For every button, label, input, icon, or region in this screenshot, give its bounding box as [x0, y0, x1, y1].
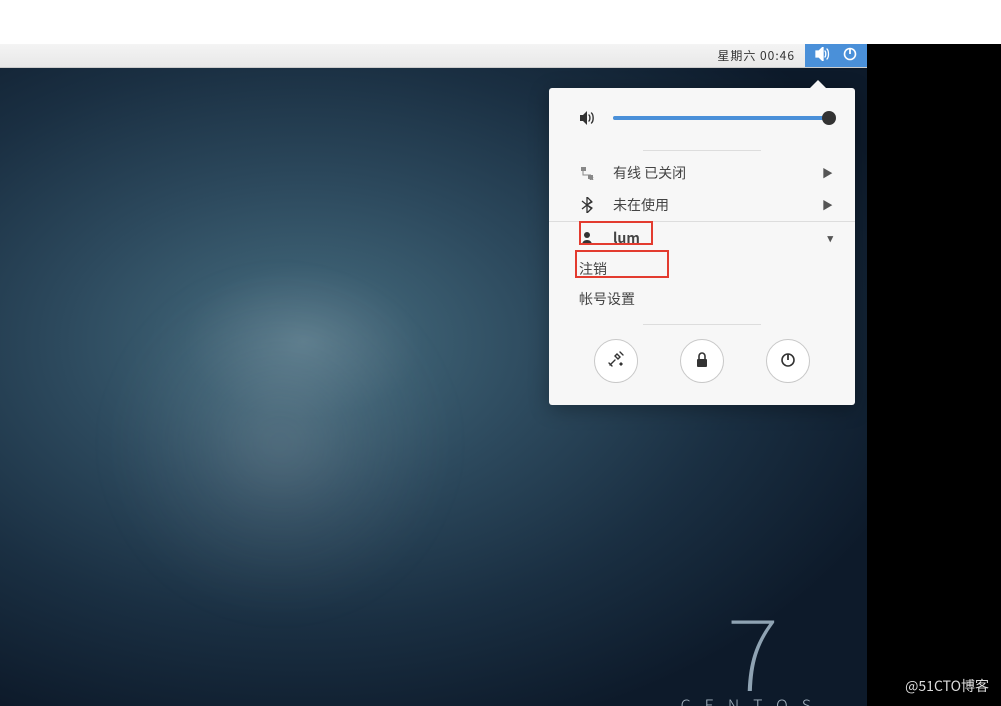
settings-button[interactable] — [594, 339, 638, 383]
watermark-text: @51CTO博客 — [905, 676, 989, 696]
bluetooth-label: 未在使用 — [613, 195, 804, 215]
lock-button[interactable] — [680, 339, 724, 383]
logout-label: 注销 — [579, 259, 607, 279]
desktop-wallpaper: 星期六 00:46 有线 已关闭 ▶ — [0, 44, 867, 706]
volume-slider[interactable] — [613, 116, 831, 120]
logout-menu-item[interactable]: 注销 — [549, 254, 855, 284]
bluetooth-menu-item[interactable]: 未在使用 ▶ — [549, 189, 855, 221]
user-icon — [579, 231, 595, 245]
centos-name: CENTOS — [681, 692, 825, 706]
volume-icon — [815, 46, 831, 65]
volume-slider-fill — [613, 116, 824, 120]
user-menu-item[interactable]: lum ▾ — [549, 222, 855, 254]
chevron-down-icon: ▾ — [827, 230, 833, 246]
volume-row — [549, 106, 855, 144]
clock-datetime[interactable]: 星期六 00:46 — [707, 47, 805, 64]
centos-version: 7 — [681, 598, 825, 698]
system-tray-active[interactable] — [805, 44, 867, 67]
chevron-right-icon: ▶ — [822, 165, 833, 181]
popover-arrow — [809, 80, 827, 89]
page-white-margin — [0, 0, 1001, 44]
volume-slider-thumb[interactable] — [822, 111, 836, 125]
network-wired-icon — [579, 166, 595, 180]
account-settings-menu-item[interactable]: 帐号设置 — [549, 284, 855, 314]
power-icon — [843, 46, 857, 65]
network-menu-item[interactable]: 有线 已关闭 ▶ — [549, 157, 855, 189]
top-panel: 星期六 00:46 — [0, 44, 867, 68]
power-off-icon — [780, 349, 796, 373]
tools-icon — [607, 349, 625, 373]
user-name: lum — [613, 228, 809, 248]
power-button[interactable] — [766, 339, 810, 383]
account-settings-label: 帐号设置 — [579, 289, 635, 309]
network-label: 有线 已关闭 — [613, 163, 804, 183]
centos-logo: 7 CENTOS — [681, 598, 825, 706]
volume-speaker-icon — [579, 106, 595, 130]
menu-divider — [643, 324, 761, 325]
system-menu-popover: 有线 已关闭 ▶ 未在使用 ▶ lum ▾ 注销 帐号设置 — [549, 88, 855, 405]
menu-divider — [643, 150, 761, 151]
bluetooth-icon — [579, 197, 595, 213]
action-buttons-row — [549, 331, 855, 383]
chevron-right-icon: ▶ — [822, 197, 833, 213]
lock-icon — [695, 349, 709, 373]
